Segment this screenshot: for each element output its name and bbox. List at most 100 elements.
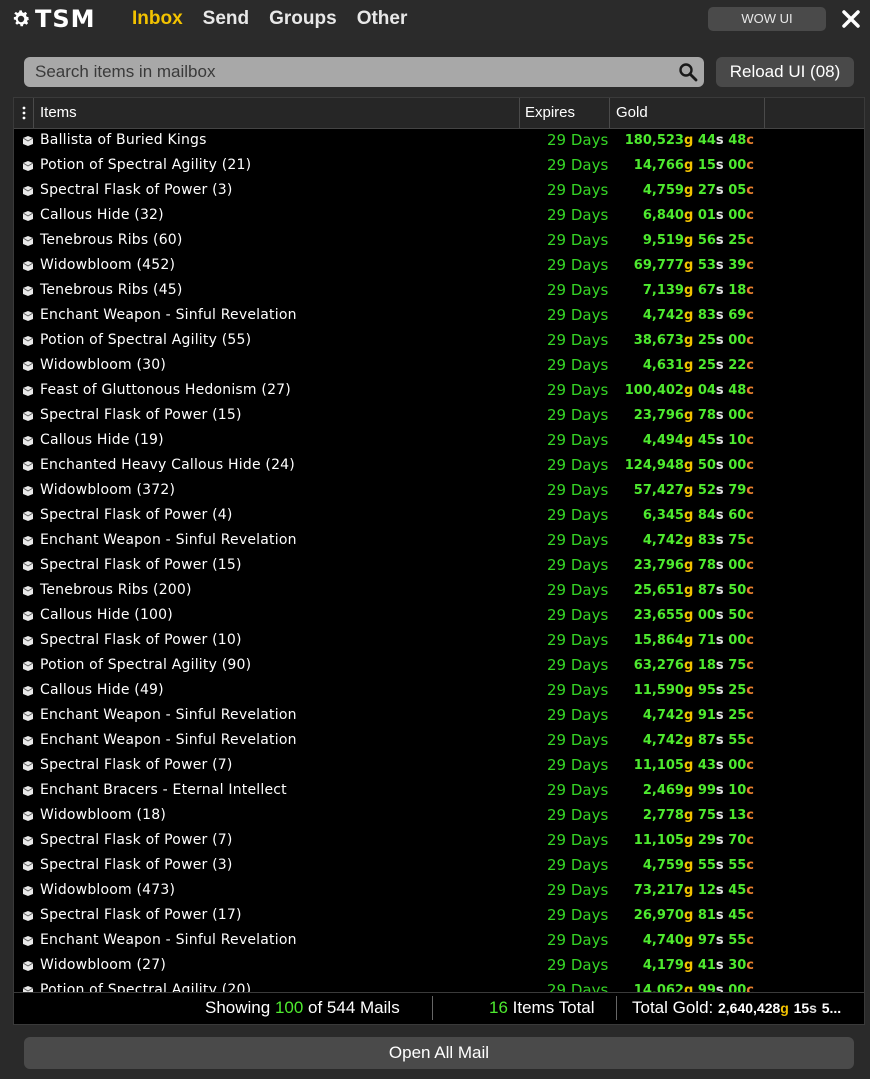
table-row[interactable]: Potion of Spectral Agility (20) 29 Days 14… bbox=[14, 978, 864, 992]
expires-value: 29 Days bbox=[547, 906, 609, 924]
copper-amount: 25 bbox=[728, 233, 747, 248]
gold-value: 14,766g 15s 00c bbox=[633, 158, 754, 173]
table-row[interactable]: Spectral Flask of Power (7) 29 Days 11,105… bbox=[14, 753, 864, 778]
table-row[interactable]: Enchant Weapon - Sinful Revelation 29 Day… bbox=[14, 303, 864, 328]
expires-value: 29 Days bbox=[547, 856, 609, 874]
copper-amount: 45 bbox=[728, 908, 747, 923]
table-row[interactable]: Tenebrous Ribs (60) 29 Days 9,519g 56s 25c bbox=[14, 228, 864, 253]
table-row[interactable]: Tenebrous Ribs (200) 29 Days 25,651g 87s 5… bbox=[14, 578, 864, 603]
mail-icon bbox=[22, 186, 34, 196]
table-row[interactable]: Enchant Weapon - Sinful Revelation 29 Day… bbox=[14, 728, 864, 753]
item-name: Tenebrous Ribs (45) bbox=[40, 282, 183, 298]
table-row[interactable]: Spectral Flask of Power (17) 29 Days 26,97… bbox=[14, 903, 864, 928]
open-all-mail-button[interactable]: Open All Mail bbox=[24, 1037, 854, 1069]
item-name: Spectral Flask of Power (7) bbox=[40, 832, 233, 848]
table-row[interactable]: Widowbloom (18) 29 Days 2,778g 75s 13c bbox=[14, 803, 864, 828]
table-row[interactable]: Spectral Flask of Power (10) 29 Days 15,86… bbox=[14, 628, 864, 653]
table-row[interactable]: Tenebrous Ribs (45) 29 Days 7,139g 67s 18c bbox=[14, 278, 864, 303]
table-row[interactable]: Potion of Spectral Agility (90) 29 Days 63… bbox=[14, 653, 864, 678]
mail-icon bbox=[22, 811, 34, 821]
silver-amount: 97 bbox=[697, 933, 716, 948]
tab-send[interactable]: Send bbox=[203, 8, 249, 30]
gold-value: 4,494g 45s 10c bbox=[642, 433, 754, 448]
mail-icon bbox=[22, 686, 34, 696]
silver-amount: 53 bbox=[697, 258, 716, 273]
table-row[interactable]: Callous Hide (49) 29 Days 11,590g 95s 25c bbox=[14, 678, 864, 703]
gold-amount: 11,105 bbox=[633, 833, 684, 848]
expires-value: 29 Days bbox=[547, 506, 609, 524]
table-row[interactable]: Callous Hide (19) 29 Days 4,494g 45s 10c bbox=[14, 428, 864, 453]
tab-groups[interactable]: Groups bbox=[269, 8, 337, 30]
table-row[interactable]: Spectral Flask of Power (15) 29 Days 23,79… bbox=[14, 553, 864, 578]
table-row[interactable]: Callous Hide (100) 29 Days 23,655g 00s 50c bbox=[14, 603, 864, 628]
gold-amount: 63,276 bbox=[633, 658, 684, 673]
table-row[interactable]: Potion of Spectral Agility (21) 29 Days 14… bbox=[14, 153, 864, 178]
expires-value: 29 Days bbox=[547, 406, 609, 424]
silver-amount: 29 bbox=[697, 833, 716, 848]
table-row[interactable]: Potion of Spectral Agility (55) 29 Days 38… bbox=[14, 328, 864, 353]
title-bar: TSM Inbox Send Groups Other WOW UI bbox=[0, 0, 870, 40]
mail-icon bbox=[22, 861, 34, 871]
gold-value: 6,840g 01s 00c bbox=[642, 208, 754, 223]
search-input[interactable] bbox=[24, 57, 664, 87]
total-gold-s: 15 bbox=[793, 1000, 810, 1016]
table-row[interactable]: Widowbloom (372) 29 Days 57,427g 52s 79c bbox=[14, 478, 864, 503]
reload-ui-button[interactable]: Reload UI (08) bbox=[716, 57, 854, 87]
copper-amount: 10 bbox=[728, 783, 747, 798]
table-row[interactable]: Ballista of Buried Kings 29 Days 180,523g … bbox=[14, 128, 864, 153]
item-name: Enchant Weapon - Sinful Revelation bbox=[40, 732, 297, 748]
copper-amount: 39 bbox=[728, 258, 747, 273]
column-menu-icon[interactable] bbox=[14, 98, 34, 128]
table-row[interactable]: Widowbloom (27) 29 Days 4,179g 41s 30c bbox=[14, 953, 864, 978]
silver-amount: 78 bbox=[697, 408, 716, 423]
table-row[interactable]: Enchant Weapon - Sinful Revelation 29 Day… bbox=[14, 928, 864, 953]
item-name: Potion of Spectral Agility (20) bbox=[40, 982, 252, 992]
gold-value: 15,864g 71s 00c bbox=[633, 633, 754, 648]
mail-icon bbox=[22, 361, 34, 371]
silver-amount: 44 bbox=[697, 133, 716, 148]
copper-amount: 00 bbox=[728, 983, 747, 992]
column-header-expires[interactable]: Expires bbox=[520, 98, 610, 128]
close-icon[interactable] bbox=[840, 8, 862, 30]
table-row[interactable]: Spectral Flask of Power (7) 29 Days 11,105… bbox=[14, 828, 864, 853]
copper-amount: 48 bbox=[728, 383, 747, 398]
gold-amount: 4,742 bbox=[642, 533, 684, 548]
tab-other[interactable]: Other bbox=[357, 8, 408, 30]
table-row[interactable]: Enchant Bracers - Eternal Intellect 29 Da… bbox=[14, 778, 864, 803]
mail-icon bbox=[22, 411, 34, 421]
expires-value: 29 Days bbox=[547, 381, 609, 399]
silver-amount: 43 bbox=[697, 758, 716, 773]
gold-value: 57,427g 52s 79c bbox=[633, 483, 754, 498]
table-row[interactable]: Spectral Flask of Power (15) 29 Days 23,79… bbox=[14, 403, 864, 428]
table-row[interactable]: Enchant Weapon - Sinful Revelation 29 Day… bbox=[14, 528, 864, 553]
item-name: Spectral Flask of Power (15) bbox=[40, 407, 242, 423]
table-row[interactable]: Enchant Weapon - Sinful Revelation 29 Day… bbox=[14, 703, 864, 728]
item-name: Spectral Flask of Power (15) bbox=[40, 557, 242, 573]
table-row[interactable]: Spectral Flask of Power (4) 29 Days 6,345g… bbox=[14, 503, 864, 528]
table-row[interactable]: Callous Hide (32) 29 Days 6,840g 01s 00c bbox=[14, 203, 864, 228]
search-icon[interactable] bbox=[678, 62, 698, 82]
gold-amount: 38,673 bbox=[633, 333, 684, 348]
expires-value: 29 Days bbox=[547, 806, 609, 824]
gold-amount: 4,742 bbox=[642, 708, 684, 723]
table-row[interactable]: Spectral Flask of Power (3) 29 Days 4,759g… bbox=[14, 853, 864, 878]
table-row[interactable]: Feast of Gluttonous Hedonism (27) 29 Days… bbox=[14, 378, 864, 403]
tab-inbox[interactable]: Inbox bbox=[132, 8, 183, 30]
wow-ui-button[interactable]: WOW UI bbox=[708, 7, 826, 31]
gold-value: 180,523g 44s 48c bbox=[624, 133, 754, 148]
gold-value: 4,742g 83s 69c bbox=[642, 308, 754, 323]
table-row[interactable]: Widowbloom (452) 29 Days 69,777g 53s 39c bbox=[14, 253, 864, 278]
mail-icon bbox=[22, 211, 34, 221]
column-header-gold[interactable]: Gold bbox=[610, 98, 765, 128]
gold-value: 2,469g 99s 10c bbox=[642, 783, 754, 798]
items-suffix: Items Total bbox=[507, 998, 595, 1017]
table-row[interactable]: Widowbloom (30) 29 Days 4,631g 25s 22c bbox=[14, 353, 864, 378]
silver-amount: 99 bbox=[697, 983, 716, 992]
table-row[interactable]: Spectral Flask of Power (3) 29 Days 4,759g… bbox=[14, 178, 864, 203]
mail-icon bbox=[22, 736, 34, 746]
silver-amount: 56 bbox=[697, 233, 716, 248]
column-header-items[interactable]: Items bbox=[34, 98, 520, 128]
table-row[interactable]: Enchanted Heavy Callous Hide (24) 29 Days… bbox=[14, 453, 864, 478]
gold-value: 69,777g 53s 39c bbox=[633, 258, 754, 273]
table-row[interactable]: Widowbloom (473) 29 Days 73,217g 12s 45c bbox=[14, 878, 864, 903]
